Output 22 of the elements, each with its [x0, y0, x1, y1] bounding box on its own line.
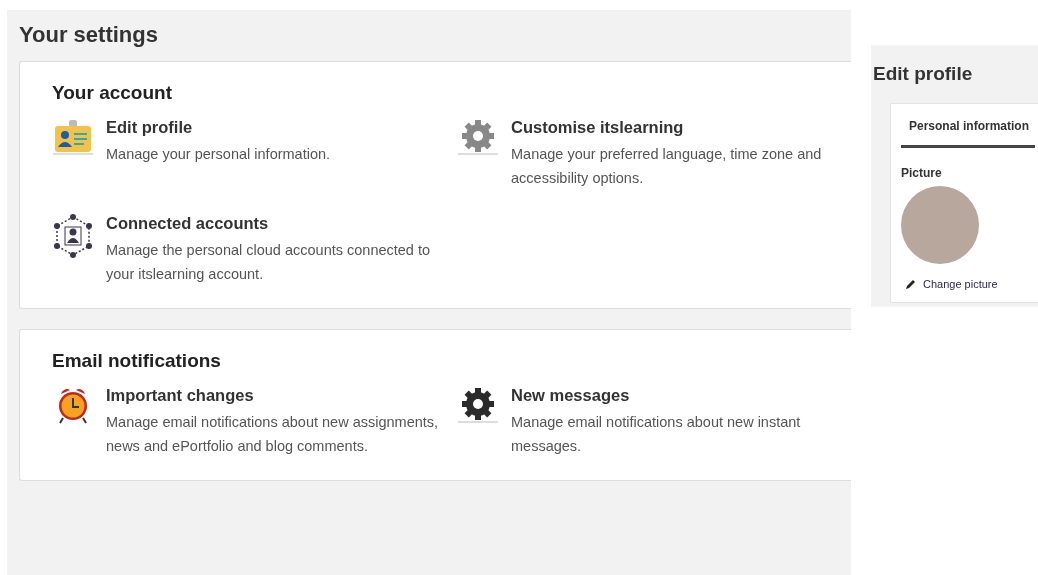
setting-description: Manage your personal information. — [106, 145, 332, 164]
setting-link[interactable]: Edit profile — [106, 118, 441, 137]
pencil-icon — [905, 278, 917, 290]
panel-title: Edit profile — [873, 62, 974, 86]
section-title: Your account — [52, 82, 173, 104]
change-picture-link[interactable]: Change picture — [923, 278, 998, 290]
setting-link[interactable]: Customise itslearning — [511, 118, 846, 137]
id-card-icon — [52, 118, 94, 158]
page-title: Your settings — [19, 21, 159, 49]
setting-link[interactable]: Important changes — [106, 386, 441, 405]
tab[interactable]: Personal information — [901, 114, 1036, 148]
setting-description: Manage email notifications about new assignments, news and ePortfolio and blog comments. — [106, 413, 440, 456]
setting-description: Manage the personal cloud accounts connected to your itslearning account. — [106, 241, 432, 284]
gear-icon — [457, 386, 499, 426]
section-title: Email notifications — [52, 350, 222, 372]
setting-description: Manage your preferred language, time zone and accessibility options. — [511, 145, 823, 188]
field-label: Picture — [901, 166, 943, 180]
setting-link[interactable]: Connected accounts — [106, 214, 441, 233]
setting-description: Manage email notifications about new instant messages. — [511, 413, 802, 456]
setting-link[interactable]: New messages — [511, 386, 846, 405]
gear-icon — [457, 118, 499, 158]
network-icon — [52, 214, 94, 258]
